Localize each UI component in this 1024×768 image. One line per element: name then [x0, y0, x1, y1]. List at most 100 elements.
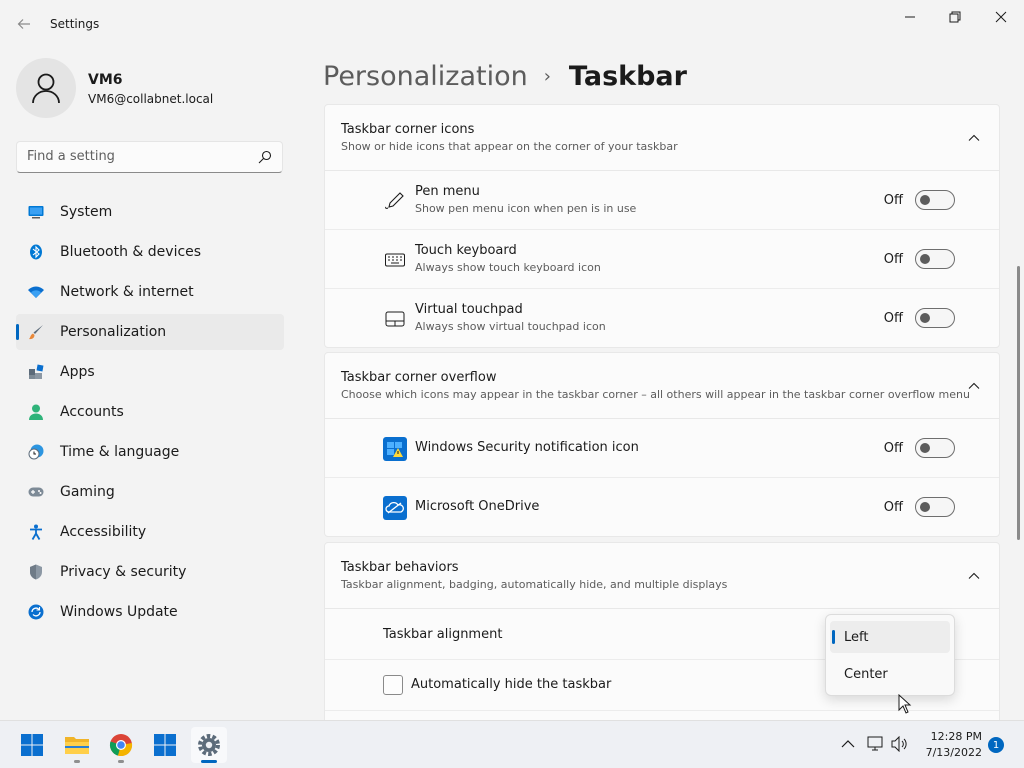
sidebar-item-network-internet[interactable]: Network & internet	[16, 274, 284, 310]
sidebar-item-privacy-security[interactable]: Privacy & security	[16, 554, 284, 590]
monitor-icon	[28, 204, 44, 220]
volume-tray-button[interactable]	[891, 735, 909, 753]
windows-security-toggle[interactable]	[915, 438, 955, 458]
sidebar-item-personalization[interactable]: Personalization	[16, 314, 284, 350]
sidebar-item-accessibility[interactable]: Accessibility	[16, 514, 284, 550]
setting-title: Windows Security notification icon	[415, 440, 639, 455]
setting-title: Touch keyboard	[415, 243, 517, 258]
taskbar-app-chrome[interactable]	[103, 727, 139, 763]
network-tray-button[interactable]	[866, 735, 884, 753]
restore-button[interactable]	[932, 6, 978, 28]
taskbar-app-settings[interactable]	[191, 727, 227, 763]
sidebar-item-bluetooth-devices[interactable]: Bluetooth & devices	[16, 234, 284, 270]
dropdown-option-left[interactable]: Left	[830, 621, 950, 653]
section-header[interactable]: Taskbar behaviors Taskbar alignment, bad…	[325, 543, 999, 609]
shield-icon	[28, 564, 44, 580]
sidebar-item-gaming[interactable]: Gaming	[16, 474, 284, 510]
pen-icon	[383, 190, 407, 212]
breadcrumb: Personalization › Taskbar	[323, 58, 687, 94]
sidebar-item-label: Apps	[60, 364, 95, 380]
checkbox-label[interactable]: Automatically hide the taskbar	[411, 677, 611, 692]
speaker-icon	[891, 736, 907, 752]
taskbar-clock[interactable]: 12:28 PM 7/13/2022	[918, 729, 982, 761]
chevron-up-icon[interactable]	[967, 569, 981, 583]
minimize-button[interactable]	[887, 6, 933, 28]
running-indicator	[74, 760, 80, 763]
toggle-state-label: Off	[883, 252, 903, 267]
section-header[interactable]: Taskbar corner overflow Choose which ico…	[325, 353, 999, 419]
taskbar-app-file-explorer[interactable]	[59, 727, 95, 763]
setting-title: Taskbar alignment	[383, 627, 503, 642]
setting-row-pen-menu: Pen menu Show pen menu icon when pen is …	[325, 171, 999, 230]
notification-badge[interactable]: 1	[988, 737, 1004, 753]
sidebar-item-apps[interactable]: Apps	[16, 354, 284, 390]
scrollbar-thumb[interactable]	[1017, 266, 1020, 540]
store-icon	[154, 734, 176, 756]
sidebar-item-label: Time & language	[60, 444, 180, 460]
paintbrush-icon	[28, 324, 44, 340]
back-arrow-icon	[17, 19, 30, 29]
active-indicator	[201, 760, 217, 763]
mouse-cursor-icon	[898, 694, 912, 714]
show-hidden-icons-button[interactable]	[839, 735, 857, 753]
person-icon	[28, 404, 44, 420]
search-input[interactable]	[27, 149, 247, 164]
clock-date: 7/13/2022	[925, 746, 982, 759]
back-button[interactable]	[12, 12, 36, 36]
sidebar-item-label: Bluetooth & devices	[60, 244, 202, 260]
minimize-icon	[905, 16, 915, 18]
close-icon	[995, 11, 1007, 23]
setting-row-onedrive: Microsoft OneDrive Off	[325, 478, 999, 537]
sidebar-item-windows-update[interactable]: Windows Update	[16, 594, 284, 630]
globe-clock-icon	[28, 444, 44, 460]
setting-title: Pen menu	[415, 184, 480, 199]
sidebar-item-time-language[interactable]: Time & language	[16, 434, 284, 470]
setting-title: Virtual touchpad	[415, 302, 523, 317]
start-button[interactable]	[14, 727, 50, 763]
sidebar-item-label: Accounts	[60, 404, 124, 420]
chevron-up-icon[interactable]	[967, 131, 981, 145]
dropdown-option-center[interactable]: Center	[830, 658, 950, 690]
sidebar-nav: System Bluetooth & devices Network & int…	[16, 194, 284, 634]
search-icon[interactable]	[258, 150, 272, 164]
wifi-icon	[28, 284, 44, 300]
section-taskbar-corner-icons: Taskbar corner icons Show or hide icons …	[324, 104, 1000, 348]
section-subtitle: Choose which icons may appear in the tas…	[341, 388, 970, 401]
sidebar-item-accounts[interactable]: Accounts	[16, 394, 284, 430]
search-box[interactable]	[16, 141, 283, 173]
chevron-up-icon[interactable]	[967, 379, 981, 393]
restore-icon	[949, 11, 961, 23]
chevron-up-icon	[841, 740, 855, 748]
clock-time: 12:28 PM	[930, 730, 982, 743]
setting-subtitle: Always show virtual touchpad icon	[415, 320, 606, 333]
toggle-state-label: Off	[883, 193, 903, 208]
autohide-checkbox[interactable]	[383, 675, 403, 695]
windows-security-icon	[383, 437, 407, 461]
taskbar-app-store[interactable]	[147, 727, 183, 763]
section-taskbar-corner-overflow: Taskbar corner overflow Choose which ico…	[324, 352, 1000, 537]
setting-row-virtual-touchpad: Virtual touchpad Always show virtual tou…	[325, 289, 999, 348]
sidebar-item-system[interactable]: System	[16, 194, 284, 230]
onedrive-toggle[interactable]	[915, 497, 955, 517]
touch-keyboard-toggle[interactable]	[915, 249, 955, 269]
pen-menu-toggle[interactable]	[915, 190, 955, 210]
breadcrumb-separator: ›	[543, 65, 551, 87]
bluetooth-icon	[28, 244, 44, 260]
app-title: Settings	[50, 17, 100, 31]
sidebar-item-label: Privacy & security	[60, 564, 187, 580]
virtual-touchpad-toggle[interactable]	[915, 308, 955, 328]
touchpad-icon	[383, 308, 407, 330]
close-button[interactable]	[978, 6, 1024, 28]
section-subtitle: Taskbar alignment, badging, automaticall…	[341, 578, 728, 591]
section-header[interactable]: Taskbar corner icons Show or hide icons …	[325, 105, 999, 171]
user-profile[interactable]: VM6 VM6@collabnet.local	[16, 58, 296, 118]
page-title: Taskbar	[568, 60, 687, 92]
breadcrumb-parent[interactable]: Personalization	[323, 61, 528, 92]
network-icon	[867, 736, 883, 751]
taskbar-alignment-dropdown: Left Center	[825, 614, 955, 696]
update-icon	[28, 604, 44, 620]
apps-icon	[28, 364, 44, 380]
sidebar-item-label: Personalization	[60, 324, 167, 340]
setting-row-windows-security: Windows Security notification icon Off	[325, 419, 999, 478]
start-icon	[21, 734, 43, 756]
